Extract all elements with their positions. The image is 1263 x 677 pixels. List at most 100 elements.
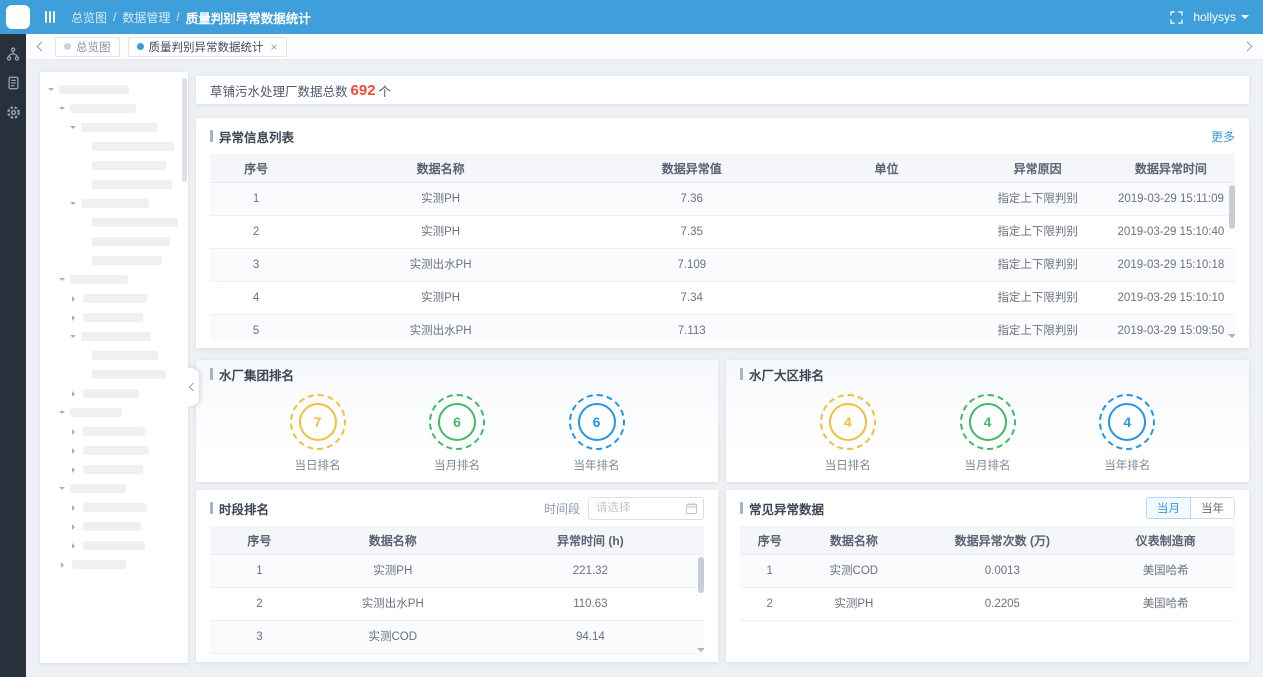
rank-item-monthly: 4 当月排名 [960, 394, 1016, 473]
table-scrollbar[interactable] [1229, 182, 1235, 342]
caret-down-icon [1241, 15, 1249, 23]
scroll-down-icon[interactable] [697, 648, 704, 656]
tree-scrollbar-thumb[interactable] [182, 78, 187, 182]
table-cell: 实测COD [309, 621, 477, 654]
caret-down-icon[interactable] [70, 202, 76, 208]
table-cell: 7.34 [579, 282, 805, 315]
menu-toggle-icon[interactable] [45, 11, 55, 23]
tree-item[interactable] [40, 251, 180, 270]
tree-item[interactable] [40, 80, 180, 99]
tree-item-label-redacted [81, 123, 157, 132]
rank-item-monthly: 6 当月排名 [429, 394, 485, 473]
current-year-button[interactable]: 当年 [1190, 497, 1235, 519]
caret-right-icon[interactable] [72, 391, 78, 397]
region-ranking-panel: 水厂大区排名 4 当日排名 4 当月排名 4 当年排名 [726, 360, 1249, 482]
tree-item[interactable] [40, 99, 180, 118]
tree-item[interactable] [40, 118, 180, 137]
caret-down-icon[interactable] [70, 126, 76, 132]
tree-item-label-redacted [83, 294, 147, 303]
more-link[interactable]: 更多 [1211, 128, 1235, 145]
tree-item[interactable] [40, 213, 180, 232]
scroll-down-icon[interactable] [1228, 334, 1235, 342]
tree-item[interactable] [40, 403, 180, 422]
panel-title: 常见异常数据 [749, 499, 824, 518]
tree-item-label-redacted [92, 218, 178, 227]
col-header: 异常时间 (h) [477, 526, 704, 555]
tree-item[interactable] [40, 346, 180, 365]
tree-item[interactable] [40, 498, 180, 517]
tree-item[interactable] [40, 308, 180, 327]
caret-down-icon[interactable] [59, 411, 65, 417]
tree-item[interactable] [40, 194, 180, 213]
tree-item[interactable] [40, 175, 180, 194]
caret-down-icon[interactable] [48, 88, 54, 94]
caret-down-icon[interactable] [59, 278, 65, 284]
table-cell: 4 [210, 282, 302, 315]
caret-right-icon[interactable] [72, 505, 78, 511]
tree-item[interactable] [40, 289, 180, 308]
tree-item[interactable] [40, 232, 180, 251]
tabs-scroll-right-icon[interactable] [1242, 41, 1253, 52]
topbar: 总览图 / 数据管理 / 质量判别异常数据统计 hollysys [0, 0, 1263, 34]
tree-item[interactable] [40, 384, 180, 403]
table-row: 2实测出水PH110.63 [210, 588, 704, 621]
table-row: 1实测PH7.36指定上下限判别2019-03-29 15:11:09 [210, 183, 1235, 216]
fullscreen-icon[interactable] [1170, 11, 1183, 24]
caret-right-icon[interactable] [72, 467, 78, 473]
tree-item[interactable] [40, 156, 180, 175]
caret-right-icon[interactable] [61, 562, 67, 568]
caret-right-icon[interactable] [72, 296, 78, 302]
tree-item[interactable] [40, 422, 180, 441]
breadcrumb: 总览图 / 数据管理 / 质量判别异常数据统计 [71, 8, 311, 27]
tree-item[interactable] [40, 365, 180, 384]
table-header-row: 序号 数据名称 异常时间 (h) [210, 526, 704, 555]
tab-dot-icon [137, 43, 144, 50]
document-icon[interactable] [3, 73, 23, 93]
scrollbar-thumb[interactable] [698, 557, 704, 593]
tree-item-label-redacted [59, 85, 129, 94]
tree-item[interactable] [40, 555, 180, 574]
tree-item-label-redacted [83, 465, 143, 474]
current-month-button[interactable]: 当月 [1146, 497, 1191, 519]
caret-right-icon[interactable] [72, 429, 78, 435]
common-abnormal-table: 序号 数据名称 数据异常次数 (万) 仪表制造商 1实测COD0.0013美国哈… [740, 526, 1235, 621]
tabs-scroll-left-icon[interactable] [36, 41, 47, 52]
tab-overview[interactable]: 总览图 [55, 37, 120, 57]
tree-item[interactable] [40, 441, 180, 460]
tree-item[interactable] [40, 460, 180, 479]
caret-down-icon[interactable] [70, 335, 76, 341]
caret-down-icon[interactable] [59, 107, 65, 113]
user-menu[interactable]: hollysys [1193, 10, 1249, 24]
tree-item[interactable] [40, 327, 180, 346]
rank-value: 4 [829, 403, 867, 441]
tree-item[interactable] [40, 517, 180, 536]
caret-right-icon[interactable] [72, 448, 78, 454]
col-header: 数据异常值 [579, 154, 805, 183]
caret-right-icon[interactable] [72, 543, 78, 549]
tree-item[interactable] [40, 270, 180, 289]
caret-right-icon[interactable] [72, 524, 78, 530]
caret-down-icon[interactable] [59, 487, 65, 493]
time-range-input[interactable] [594, 501, 681, 515]
table-cell [805, 183, 969, 216]
close-icon[interactable]: × [271, 40, 278, 54]
common-abnormal-panel: 常见异常数据 当月 当年 序号 数据名称 数据异常次数 (万) 仪表制造商 1实… [726, 490, 1249, 662]
time-range-picker[interactable] [588, 497, 704, 520]
tab-quality-abnormal-stats[interactable]: 质量判别异常数据统计 × [128, 37, 287, 57]
tree-item[interactable] [40, 479, 180, 498]
table-scrollbar[interactable] [698, 554, 704, 656]
table-cell: 3 [210, 249, 302, 282]
table-cell: 0.2205 [908, 588, 1096, 621]
tree-collapse-handle[interactable] [187, 368, 199, 406]
tree-item[interactable] [40, 137, 180, 156]
table-cell: 指定上下限判别 [969, 315, 1107, 343]
tree-item-label-redacted [92, 142, 174, 151]
tree-item[interactable] [40, 536, 180, 555]
caret-right-icon[interactable] [72, 315, 78, 321]
gear-icon[interactable] [3, 102, 23, 122]
scrollbar-thumb[interactable] [1229, 185, 1235, 229]
workflow-icon[interactable] [3, 44, 23, 64]
left-icon-rail [0, 34, 26, 677]
breadcrumb-item[interactable]: 总览图 [71, 9, 107, 26]
breadcrumb-item[interactable]: 数据管理 [122, 9, 170, 26]
